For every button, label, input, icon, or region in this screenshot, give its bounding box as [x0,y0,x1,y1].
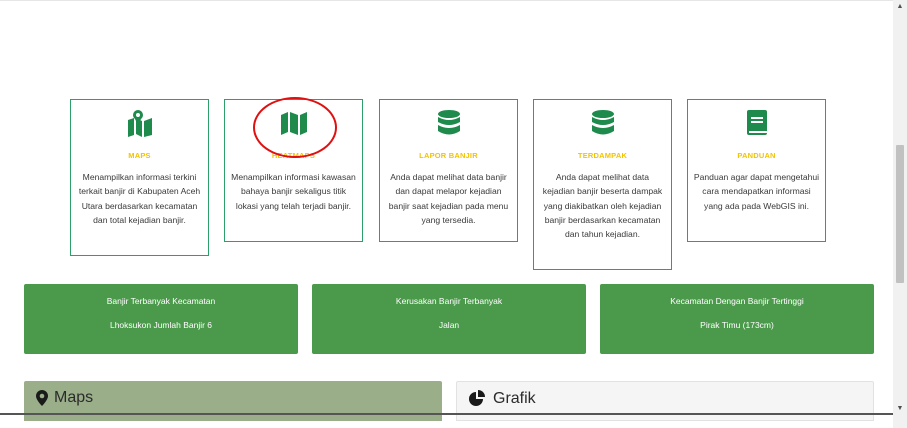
annotation-circle [253,97,337,158]
bottom-divider [0,413,893,415]
card-title: LAPOR BANJIR [419,151,478,160]
maps-panel-title: Maps [54,389,94,406]
page: MAPS Menampilkan informasi terkini terka… [0,0,893,428]
stat-value: Pirak Timu (173cm) [700,320,774,330]
card-panduan[interactable]: PANDUAN Panduan agar dapat mengetahui ca… [687,99,826,242]
grafik-panel-title: Grafik [493,390,536,407]
card-title: MAPS [128,151,151,160]
card-title: TERDAMPAK [577,151,628,160]
stat-banjir-tertinggi: Kecamatan Dengan Banjir Tertinggi Pirak … [600,284,874,354]
card-title: PANDUAN [737,151,776,160]
card-description: Panduan agar dapat mengetahui cara menda… [693,172,820,211]
stat-kerusakan-terbanyak: Kerusakan Banjir Terbanyak Jalan [312,284,586,354]
stat-label: Kecamatan Dengan Banjir Tertinggi [670,296,804,306]
pie-chart-icon [469,390,485,406]
card-maps[interactable]: MAPS Menampilkan informasi terkini terka… [70,99,209,256]
card-terdampak[interactable]: TERDAMPAK Anda dapat melihat data kejadi… [533,99,672,270]
card-description: Menampilkan informasi terkini terkait ba… [78,172,201,225]
scrollbar-thumb[interactable] [896,145,904,283]
map-marked-icon [127,110,152,137]
stat-banjir-terbanyak: Banjir Terbanyak Kecamatan Lhoksukon Jum… [24,284,298,354]
scroll-up-icon[interactable]: ▲ [896,3,904,11]
vertical-scrollbar[interactable]: ▲ ▼ [893,0,907,428]
card-lapor-banjir[interactable]: LAPOR BANJIR Anda dapat melihat data ban… [379,99,518,242]
top-divider [0,0,893,1]
card-description: Menampilkan informasi kawasan bahaya ban… [231,172,356,211]
card-description: Anda dapat melihat data kejadian banjir … [542,172,663,240]
stat-value: Jalan [438,320,460,330]
stat-label: Kerusakan Banjir Terbanyak [395,296,503,306]
stat-value: Lhoksukon Jumlah Banjir 6 [109,320,213,330]
stat-label: Banjir Terbanyak Kecamatan [106,296,216,306]
map-marker-icon [36,390,48,406]
book-icon [746,110,767,135]
maps-panel-header: Maps [24,381,442,421]
card-description: Anda dapat melihat data banjir dan dapat… [388,172,509,225]
grafik-panel-header: Grafik [456,381,874,421]
database-icon [591,110,614,135]
scroll-down-icon[interactable]: ▼ [896,405,904,413]
database-icon [437,110,460,135]
